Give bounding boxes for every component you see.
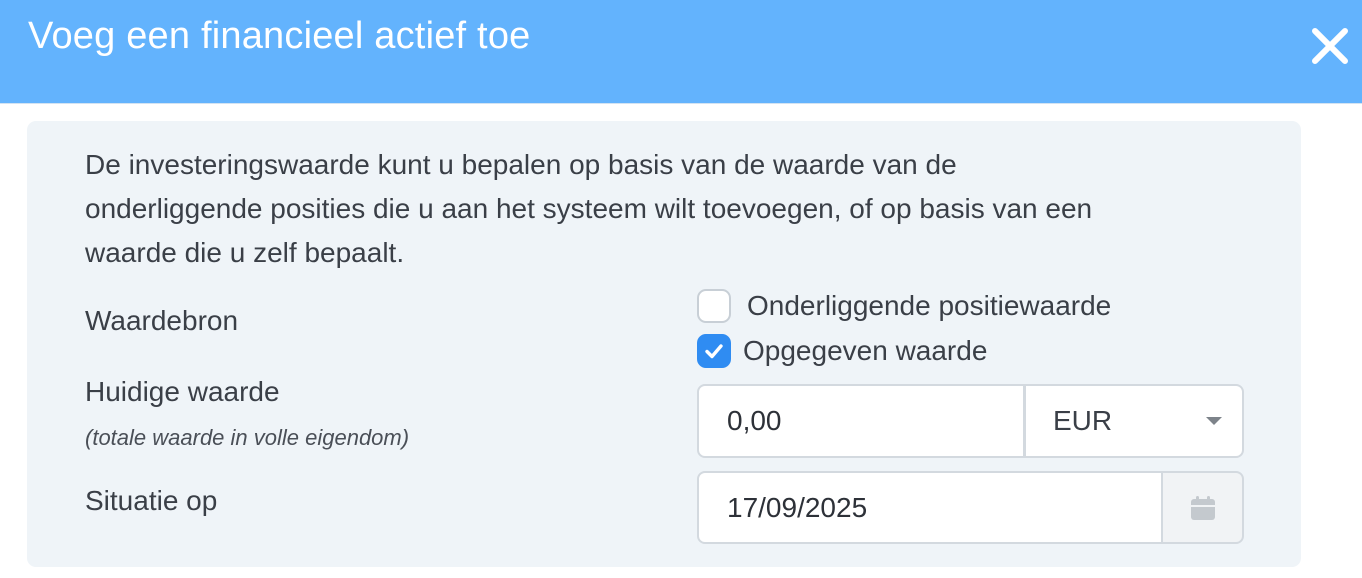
close-icon <box>1312 28 1348 64</box>
checkbox-underlying-position-value[interactable] <box>697 289 731 323</box>
dialog-title: Voeg een financieel actief toe <box>28 15 531 57</box>
option-label: Opgegeven waarde <box>743 335 988 366</box>
option-label: Onderliggende positiewaarde <box>747 290 1112 321</box>
currency-value: EUR <box>1053 405 1113 436</box>
dialog-header: Voeg een financieel actief toe <box>0 0 1362 104</box>
date-input[interactable]: 17/09/2025 <box>697 471 1163 544</box>
current-value-sublabel: (totale waarde in volle eigendom) <box>85 425 410 450</box>
check-icon <box>705 344 723 359</box>
intro-line: waarde die u zelf bepaalt. <box>85 237 405 268</box>
chevron-down-icon <box>1206 417 1222 425</box>
value-source-label: Waardebron <box>85 305 239 336</box>
option-underlying-position-value[interactable]: Onderliggende positiewaarde <box>697 286 1111 326</box>
checkbox-specified-value[interactable] <box>697 334 731 368</box>
situation-date-label: Situatie op <box>85 485 218 516</box>
option-specified-value[interactable]: Opgegeven waarde <box>697 331 987 371</box>
intro-line: onderliggende posities die u aan het sys… <box>85 193 1093 224</box>
current-value-label: Huidige waarde <box>85 376 280 407</box>
calendar-button[interactable] <box>1161 471 1244 544</box>
intro-line: De investeringswaarde kunt u bepalen op … <box>85 149 957 180</box>
currency-select[interactable]: EUR <box>1024 384 1244 458</box>
close-button[interactable] <box>1310 26 1350 66</box>
amount-input[interactable]: 0,00 <box>697 384 1025 458</box>
form-panel: De investeringswaarde kunt u bepalen op … <box>27 121 1301 567</box>
calendar-icon <box>1190 495 1215 520</box>
intro-text: De investeringswaarde kunt u bepalen op … <box>85 143 1235 275</box>
